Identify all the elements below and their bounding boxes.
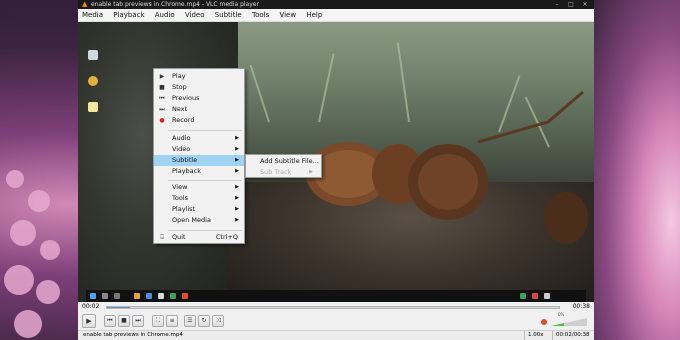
submenu-arrow-icon: ▶ (309, 169, 313, 175)
taskbar-app-icon[interactable] (102, 293, 108, 299)
stop-button[interactable]: ■ (118, 315, 130, 327)
menu-item-playlist[interactable]: Playlist ▶ (154, 204, 244, 215)
menu-help[interactable]: Help (306, 11, 322, 19)
menu-item-record[interactable]: ● Record (154, 115, 244, 126)
menu-video[interactable]: Video (185, 11, 205, 19)
previous-button[interactable]: ⏮ (104, 315, 116, 327)
tray-icon[interactable] (520, 293, 526, 299)
status-filename: enable tab previews in Chrome.mp4 (83, 332, 183, 338)
menu-bar: Media Playback Audio Video Subtitle Tool… (78, 9, 594, 22)
menu-item-playback[interactable]: Playback ▶ (154, 166, 244, 177)
start-icon[interactable] (90, 293, 96, 299)
menu-separator (168, 230, 242, 231)
submenu-arrow-icon: ▶ (235, 184, 239, 190)
subtitle-submenu: Add Subtitle File... Sub Track ▶ (245, 154, 322, 178)
seek-row: 00:02 00:38 (78, 302, 594, 312)
maximize-button[interactable]: □ (564, 0, 578, 9)
volume-slider[interactable] (551, 318, 587, 326)
status-bar: enable tab previews in Chrome.mp4 1.00x … (78, 330, 594, 340)
playlist-button[interactable]: ☰ (184, 315, 196, 327)
next-icon: ⏭ (159, 106, 165, 113)
menu-item-view[interactable]: View ▶ (154, 182, 244, 193)
menu-view[interactable]: View (279, 11, 296, 19)
menu-media[interactable]: Media (82, 11, 103, 19)
desktop-wallpaper-right (594, 0, 680, 340)
elapsed-time: 00:02 (82, 303, 100, 310)
submenu-arrow-icon: ▶ (235, 206, 239, 212)
menu-item-tools[interactable]: Tools ▶ (154, 193, 244, 204)
menu-item-video[interactable]: Video ▶ (154, 144, 244, 155)
total-time: 00:38 (572, 303, 590, 310)
menu-playback[interactable]: Playback (113, 11, 144, 19)
menu-audio[interactable]: Audio (155, 11, 175, 19)
submenu-arrow-icon: ▶ (235, 168, 239, 174)
quit-shortcut: Ctrl+Q (215, 233, 238, 241)
volume-percent: 0% (558, 312, 565, 317)
menu-tools[interactable]: Tools (252, 11, 269, 19)
taskbar-app-icon[interactable] (134, 293, 140, 299)
submenu-arrow-icon: ▶ (235, 146, 239, 152)
taskbar-app-icon[interactable] (114, 293, 120, 299)
menu-item-stop[interactable]: ■ Stop (154, 82, 244, 93)
fullscreen-button[interactable]: ⛶ (152, 315, 164, 327)
window-controls: – □ ✕ (550, 0, 592, 9)
extended-settings-button[interactable]: ≡ (166, 315, 178, 327)
previous-icon: ⏮ (159, 95, 165, 102)
menu-subtitle[interactable]: Subtitle (215, 11, 242, 19)
status-time: 00:02/00:38 (552, 331, 590, 340)
wallpaper-flowers (0, 150, 78, 340)
loop-button[interactable]: ↻ (198, 315, 210, 327)
quit-icon: ⍈ (160, 234, 164, 241)
stop-icon: ■ (159, 84, 165, 91)
mute-icon[interactable] (541, 319, 547, 325)
submenu-arrow-icon: ▶ (235, 217, 239, 223)
vlc-cone-icon: ▲ (82, 0, 88, 8)
next-button[interactable]: ⏭ (132, 315, 144, 327)
close-button[interactable]: ✕ (578, 0, 592, 9)
taskbar-app-icon[interactable] (182, 293, 188, 299)
submenu-arrow-icon: ▶ (235, 195, 239, 201)
menu-item-add-subtitle-file[interactable]: Add Subtitle File... (246, 156, 321, 167)
menu-item-open-media[interactable]: Open Media ▶ (154, 215, 244, 226)
recycle-bin-icon[interactable] (88, 50, 98, 60)
submenu-arrow-icon: ▶ (235, 135, 239, 141)
menu-item-audio[interactable]: Audio ▶ (154, 133, 244, 144)
context-menu: ▶ Play ■ Stop ⏮ Previous ⏭ Next ● Record… (153, 68, 245, 244)
title-bar: ▲ enable tab previews in Chrome.mp4 - VL… (78, 0, 594, 9)
desktop-taskbar (86, 290, 586, 302)
minimize-button[interactable]: – (550, 0, 564, 9)
menu-item-play[interactable]: ▶ Play (154, 71, 244, 82)
menu-item-previous[interactable]: ⏮ Previous (154, 93, 244, 104)
play-button[interactable]: ▶ (82, 314, 96, 328)
menu-item-next[interactable]: ⏭ Next (154, 104, 244, 115)
menu-separator (168, 130, 242, 131)
menu-item-sub-track: Sub Track ▶ (260, 168, 313, 176)
menu-item-quit[interactable]: ⍈ Quit Ctrl+Q (154, 232, 244, 243)
tray-icon[interactable] (544, 293, 550, 299)
chrome-icon[interactable] (88, 76, 98, 86)
menu-item-subtitle[interactable]: Subtitle ▶ (154, 155, 244, 166)
menu-separator (168, 180, 242, 181)
controls-row: ▶ ⏮ ■ ⏭ ⛶ ≡ ☰ ↻ ⤨ 0% (78, 312, 594, 330)
tray-icon[interactable] (532, 293, 538, 299)
shuffle-button[interactable]: ⤨ (212, 315, 224, 327)
taskbar-app-icon[interactable] (146, 293, 152, 299)
file-icon[interactable] (88, 102, 98, 112)
playback-speed[interactable]: 1.00x (524, 331, 544, 340)
taskbar-app-icon[interactable] (170, 293, 176, 299)
submenu-arrow-icon: ▶ (235, 157, 239, 163)
window-title: enable tab previews in Chrome.mp4 - VLC … (91, 1, 259, 8)
seek-bar[interactable] (106, 306, 560, 309)
play-icon: ▶ (159, 73, 165, 80)
record-icon: ● (159, 117, 165, 124)
taskbar-app-icon[interactable] (158, 293, 164, 299)
seek-bar-fill (107, 307, 130, 308)
